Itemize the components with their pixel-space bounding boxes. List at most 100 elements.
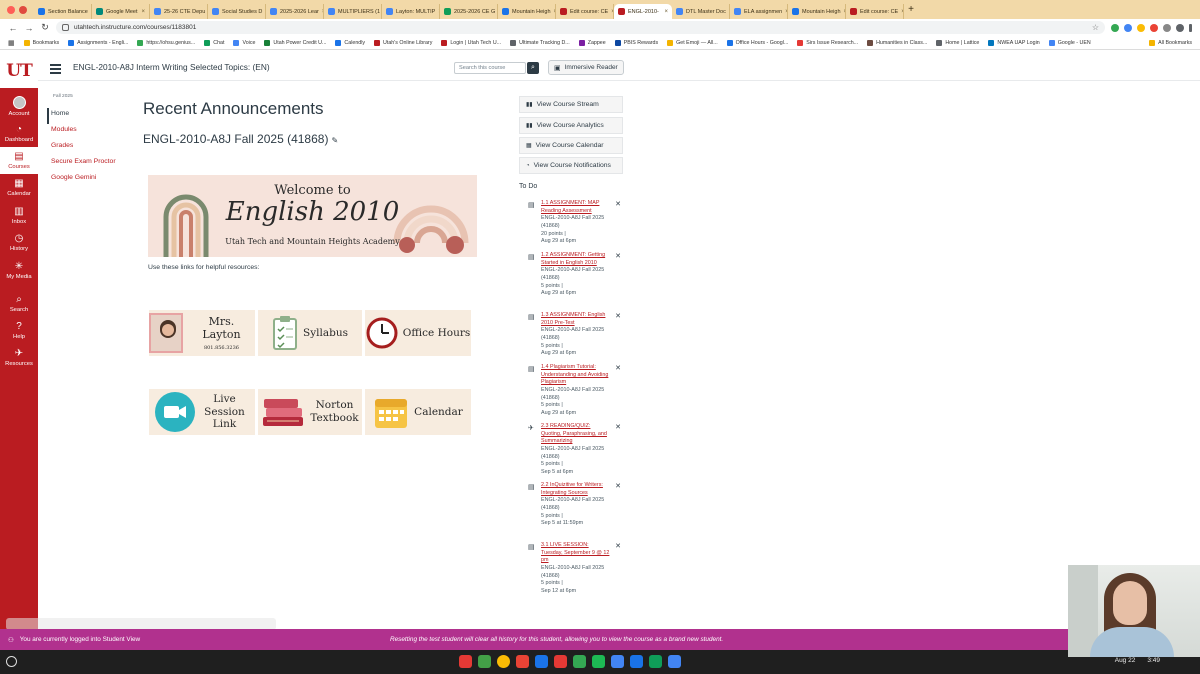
tab-close-icon[interactable]: × bbox=[141, 9, 145, 15]
browser-tab[interactable]: Edit course: CE× bbox=[556, 4, 614, 19]
global-nav-history[interactable]: ◷ History bbox=[0, 229, 38, 256]
browser-tab[interactable]: Section Balance× bbox=[34, 4, 92, 19]
bookmark-link[interactable]: https://ohsu.genius... bbox=[137, 39, 195, 46]
site-info-icon[interactable] bbox=[62, 24, 69, 31]
bookmark-link[interactable]: Home | Lattice bbox=[936, 39, 979, 46]
bookmark-link[interactable]: PBIS Rewards bbox=[614, 39, 658, 46]
dismiss-todo-icon[interactable]: ✕ bbox=[615, 252, 621, 262]
todo-link[interactable]: 1.2 ASSIGNMENT: Getting Started in Engli… bbox=[541, 252, 611, 267]
sidebar-button-view-course-analytics[interactable]: ▮▮ View Course Analytics bbox=[519, 117, 623, 134]
sidebar-button-view-course-stream[interactable]: ▮▮ View Course Stream bbox=[519, 96, 623, 113]
bookmark-link[interactable]: Bookmarks bbox=[23, 39, 59, 46]
bookmark-link[interactable]: Ultimate Tracking D... bbox=[510, 39, 570, 46]
browser-tab[interactable]: 25-26 CTE Depu× bbox=[150, 4, 208, 19]
shelf-app-icon[interactable] bbox=[668, 655, 681, 668]
browser-tab[interactable]: DTL Master Doc× bbox=[672, 4, 730, 19]
course-nav-google-gemini[interactable]: Google Gemini bbox=[47, 172, 127, 188]
tab-search-icon[interactable] bbox=[19, 5, 27, 14]
back-icon[interactable]: ← bbox=[8, 23, 18, 33]
shelf-app-icon[interactable] bbox=[459, 655, 472, 668]
global-nav-inbox[interactable]: ▥ Inbox bbox=[0, 202, 38, 229]
extension-icon[interactable] bbox=[1150, 23, 1158, 32]
global-nav-calendar[interactable]: ▦ Calendar bbox=[0, 174, 38, 201]
shelf-app-icon[interactable] bbox=[554, 655, 567, 668]
sidebar-button-view-course-calendar[interactable]: ▦ View Course Calendar bbox=[519, 137, 623, 154]
shelf-app-icon[interactable] bbox=[630, 655, 643, 668]
browser-tab[interactable]: Mountain Heigh× bbox=[788, 4, 846, 19]
bookmark-link[interactable]: Office Hours - Googl... bbox=[726, 39, 788, 46]
tab-close-icon[interactable]: × bbox=[664, 9, 668, 15]
launcher-icon[interactable] bbox=[6, 656, 17, 667]
norton-textbook-tile[interactable]: Norton Textbook bbox=[258, 389, 362, 435]
bookmark-link[interactable]: Humanities in Class... bbox=[867, 39, 927, 46]
course-nav-home[interactable]: Home bbox=[47, 108, 127, 124]
bookmark-link[interactable]: Chat bbox=[204, 39, 224, 46]
browser-tab[interactable]: Social Studies D× bbox=[208, 4, 266, 19]
browser-tab[interactable]: Mountain Heigh× bbox=[498, 4, 556, 19]
search-submit-button[interactable]: ⌕ bbox=[527, 62, 539, 74]
extensions-puzzle-icon[interactable] bbox=[1163, 23, 1171, 32]
extension-icon[interactable] bbox=[1124, 23, 1132, 32]
bookmark-link[interactable]: Voice bbox=[233, 39, 255, 46]
shelf-app-icon[interactable] bbox=[592, 655, 605, 668]
dismiss-todo-icon[interactable]: ✕ bbox=[615, 200, 621, 210]
shelf-app-icon[interactable] bbox=[478, 655, 491, 668]
shelf-app-icon[interactable] bbox=[611, 655, 624, 668]
global-nav-dashboard[interactable]: ◔ Dashboard bbox=[0, 120, 38, 147]
immersive-reader-button[interactable]: ▣ Immersive Reader bbox=[548, 60, 624, 75]
calendar-tile[interactable]: Calendar bbox=[365, 389, 471, 435]
new-tab-button[interactable]: + bbox=[904, 4, 918, 15]
ut-logo[interactable]: UT bbox=[0, 54, 38, 88]
dismiss-todo-icon[interactable]: ✕ bbox=[615, 364, 621, 374]
dismiss-todo-icon[interactable]: ✕ bbox=[615, 423, 621, 433]
all-bookmarks-link[interactable]: All Bookmarks bbox=[1149, 39, 1192, 46]
dismiss-todo-icon[interactable]: ✕ bbox=[615, 482, 621, 492]
shelf-app-icon[interactable] bbox=[535, 655, 548, 668]
course-search-input[interactable]: Search this course bbox=[454, 62, 526, 74]
browser-tab[interactable]: Edit course: CE× bbox=[846, 4, 904, 19]
syllabus-tile[interactable]: Syllabus bbox=[258, 310, 362, 356]
extension-icon[interactable] bbox=[1111, 23, 1119, 32]
bookmark-link[interactable]: Google - UEN bbox=[1048, 39, 1091, 46]
bookmark-link[interactable]: Sirs Issue Research... bbox=[797, 39, 858, 46]
shelf-app-icon[interactable] bbox=[497, 655, 510, 668]
browser-tab[interactable]: Layton: MULTIP× bbox=[382, 4, 440, 19]
bookmark-link[interactable]: Calendly bbox=[335, 39, 365, 46]
global-nav-my-media[interactable]: ✳ My Media bbox=[0, 257, 38, 284]
global-nav-search[interactable]: ⌕ Search bbox=[0, 290, 38, 317]
instructor-contact-tile[interactable]: Mrs. Layton 801.856.3236 bbox=[149, 310, 255, 356]
course-nav-grades[interactable]: Grades bbox=[47, 140, 127, 156]
profile-avatar-icon[interactable] bbox=[1176, 23, 1184, 32]
bookmark-link[interactable]: Get Emoji — All... bbox=[667, 39, 718, 46]
reload-icon[interactable]: ↻ bbox=[40, 22, 50, 33]
course-menu-toggle-icon[interactable] bbox=[50, 64, 61, 76]
browser-menu-icon[interactable] bbox=[1189, 23, 1192, 32]
live-session-tile[interactable]: Live Session Link bbox=[149, 389, 255, 435]
url-omnibox[interactable]: utahtech.instructure.com/courses/1183801… bbox=[56, 21, 1105, 34]
forward-icon[interactable]: → bbox=[24, 23, 34, 33]
todo-link[interactable]: 1.3 ASSIGNMENT: English 2010 Pre-Test bbox=[541, 312, 611, 327]
browser-tab[interactable]: 2025-2026 Lear× bbox=[266, 4, 324, 19]
todo-link[interactable]: 2.3 READING/QUIZ: Quoting, Paraphrasing,… bbox=[541, 423, 611, 446]
bookmark-star-icon[interactable]: ☆ bbox=[1092, 23, 1099, 32]
todo-link[interactable]: 1.4 Plagiarism Tutorial: Understanding a… bbox=[541, 364, 611, 387]
browser-tab[interactable]: MULTIPLIERS (1× bbox=[324, 4, 382, 19]
course-nav-secure-exam-proctor[interactable]: Secure Exam Proctor bbox=[47, 156, 127, 172]
global-nav-courses[interactable]: ▤ Courses bbox=[0, 147, 38, 174]
office-hours-tile[interactable]: Office Hours bbox=[365, 310, 471, 356]
browser-tab[interactable]: 2025-2026 CE G× bbox=[440, 4, 498, 19]
bookmark-link[interactable]: Zappee bbox=[578, 39, 606, 46]
todo-link[interactable]: 3.1 LIVE SESSION: Tuesday, September 9 @… bbox=[541, 542, 611, 565]
bookmark-link[interactable]: Login | Utah Tech U... bbox=[441, 39, 501, 46]
shelf-app-icon[interactable] bbox=[516, 655, 529, 668]
dismiss-todo-icon[interactable]: ✕ bbox=[615, 542, 621, 552]
extension-icon[interactable] bbox=[1137, 23, 1145, 32]
course-nav-modules[interactable]: Modules bbox=[47, 124, 127, 140]
shelf-app-icon[interactable] bbox=[649, 655, 662, 668]
browser-tab[interactable]: ELA assignmen× bbox=[730, 4, 788, 19]
system-tray[interactable]: Aug 22 3:49 bbox=[1115, 657, 1160, 664]
global-nav-account[interactable]: Account bbox=[0, 92, 38, 119]
browser-tab[interactable]: Google Meet × bbox=[92, 4, 150, 19]
close-window-icon[interactable] bbox=[7, 5, 15, 14]
browser-tab[interactable]: ENGL-2010- × bbox=[614, 4, 672, 19]
